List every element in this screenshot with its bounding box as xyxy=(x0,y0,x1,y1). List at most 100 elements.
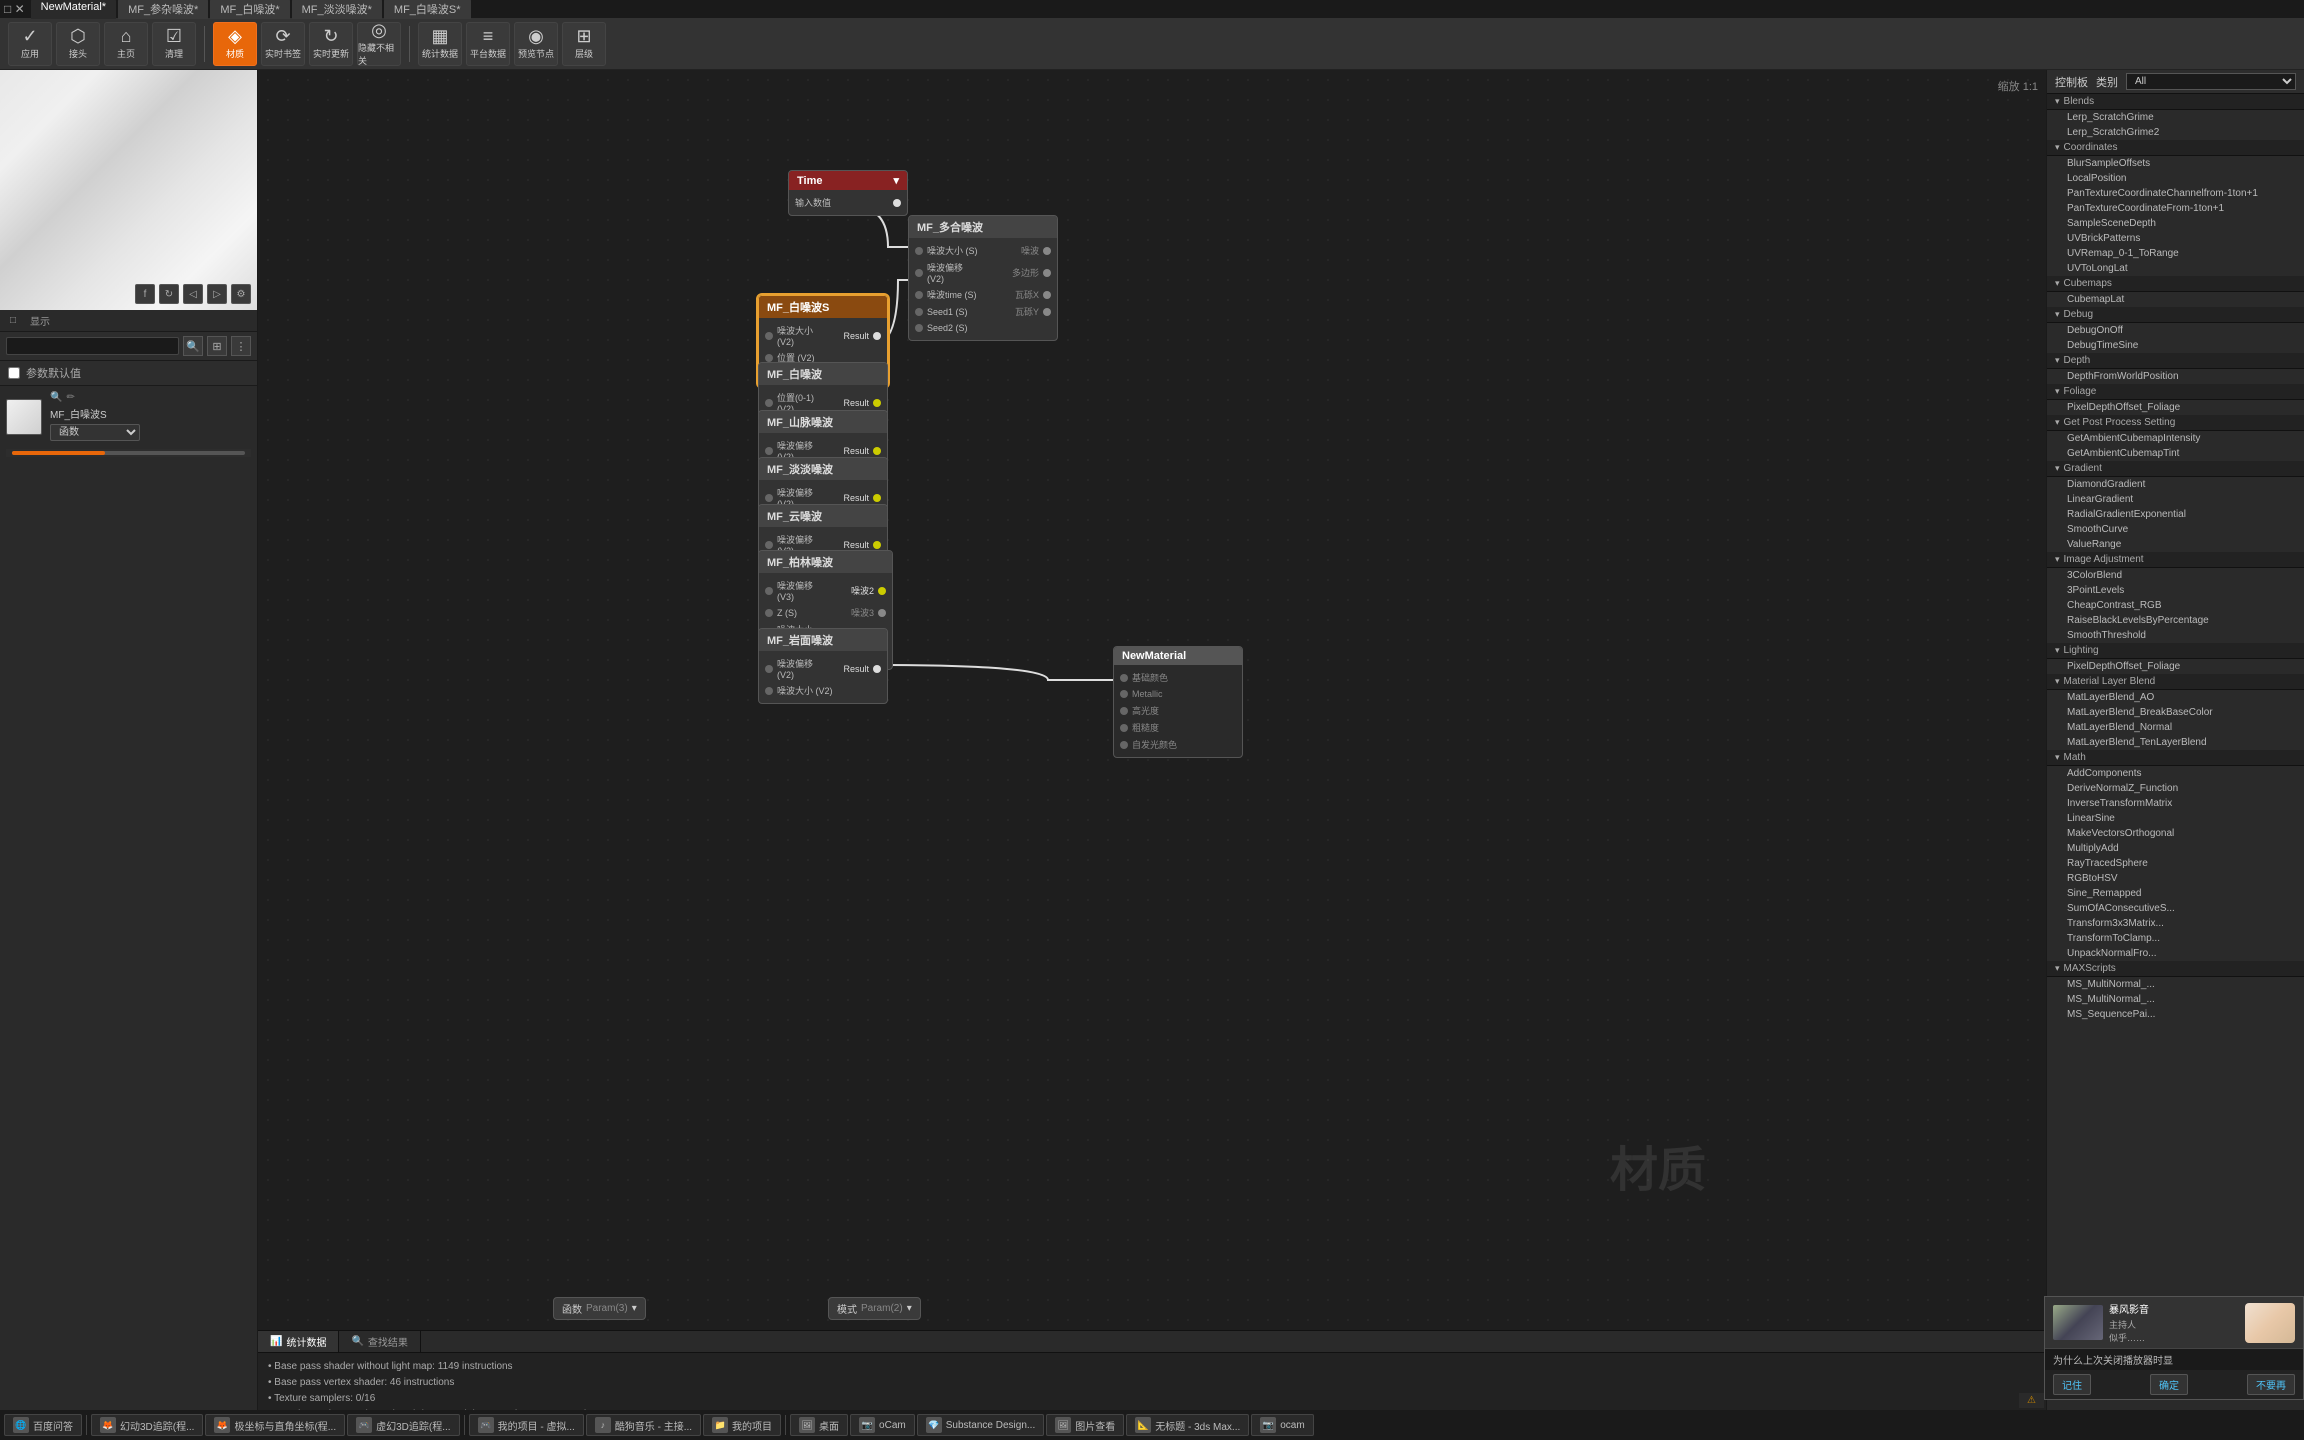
category-item-10-3[interactable]: MatLayerBlend_TenLayerBlend xyxy=(2047,735,2304,750)
stats-tab-stats[interactable]: 📊 统计数据 xyxy=(258,1331,339,1352)
toolbar-btn-接头[interactable]: ⬡接头 xyxy=(56,22,100,66)
category-item-11-12[interactable]: UnpackNormalFro... xyxy=(2047,946,2304,961)
category-2[interactable]: Cubemaps xyxy=(2047,276,2304,292)
notif-no-more-btn[interactable]: 不要再 xyxy=(2247,1374,2295,1395)
category-item-4-0[interactable]: DepthFromWorldPosition xyxy=(2047,369,2304,384)
search-btn[interactable]: 🔍 xyxy=(183,336,203,356)
category-item-6-0[interactable]: GetAmbientCubemapIntensity xyxy=(2047,431,2304,446)
category-0[interactable]: Blends xyxy=(2047,94,2304,110)
toolbar-btn-主页[interactable]: ⌂主页 xyxy=(104,22,148,66)
param-icon-edit[interactable]: ✏ xyxy=(66,392,74,403)
toolbar-btn-清理[interactable]: ☑清理 xyxy=(152,22,196,66)
tab-0[interactable]: NewMaterial* xyxy=(31,0,116,19)
param-type-select[interactable]: 函数 xyxy=(50,424,140,441)
task-btn-6[interactable]: 📁我的项目 xyxy=(703,1414,781,1436)
category-item-1-3[interactable]: PanTextureCoordinateFrom-1ton+1 xyxy=(2047,201,2304,216)
category-item-7-3[interactable]: SmoothCurve xyxy=(2047,522,2304,537)
category-item-10-0[interactable]: MatLayerBlend_AO xyxy=(2047,690,2304,705)
category-item-10-2[interactable]: MatLayerBlend_Normal xyxy=(2047,720,2304,735)
tab-1[interactable]: MF_参杂噪波* xyxy=(118,0,208,19)
toolbar-btn-统计数据[interactable]: ▦统计数据 xyxy=(418,22,462,66)
category-item-11-2[interactable]: InverseTransformMatrix xyxy=(2047,796,2304,811)
category-item-11-3[interactable]: LinearSine xyxy=(2047,811,2304,826)
category-item-11-11[interactable]: TransformToClamp... xyxy=(2047,931,2304,946)
category-8[interactable]: Image Adjustment xyxy=(2047,552,2304,568)
task-btn-4[interactable]: 🎮我的项目 - 虚拟... xyxy=(469,1414,584,1436)
stats-tab-find[interactable]: 🔍 查找结果 xyxy=(339,1331,420,1352)
toolbar-btn-平台数据[interactable]: ≡平台数据 xyxy=(466,22,510,66)
category-item-7-2[interactable]: RadialGradientExponential xyxy=(2047,507,2304,522)
category-item-1-5[interactable]: UVBrickPatterns xyxy=(2047,231,2304,246)
category-7[interactable]: Gradient xyxy=(2047,461,2304,477)
params-checkbox[interactable] xyxy=(8,367,20,379)
category-item-8-3[interactable]: RaiseBlackLevelsByPercentage xyxy=(2047,613,2304,628)
bottom-node-func[interactable]: 函数 Param(3) ▾ xyxy=(553,1297,646,1320)
task-btn-2[interactable]: 🦊极坐标与直角坐标(程... xyxy=(205,1414,345,1436)
category-item-1-4[interactable]: SampleSceneDepth xyxy=(2047,216,2304,231)
category-item-12-1[interactable]: MS_MultiNormal_... xyxy=(2047,992,2304,1007)
category-item-10-1[interactable]: MatLayerBlend_BreakBaseColor xyxy=(2047,705,2304,720)
settings-btn[interactable]: ⋮ xyxy=(231,336,251,356)
window-control-close[interactable]: □ ✕ xyxy=(4,2,25,16)
category-item-11-8[interactable]: Sine_Remapped xyxy=(2047,886,2304,901)
category-item-12-0[interactable]: MS_MultiNormal_... xyxy=(2047,977,2304,992)
task-btn-12[interactable]: 📷ocam xyxy=(1251,1414,1313,1436)
tab-3[interactable]: MF_淡淡噪波* xyxy=(292,0,382,19)
category-item-5-0[interactable]: PixelDepthOffset_Foliage xyxy=(2047,400,2304,415)
category-3[interactable]: Debug xyxy=(2047,307,2304,323)
category-item-7-0[interactable]: DiamondGradient xyxy=(2047,477,2304,492)
category-item-1-6[interactable]: UVRemap_0-1_ToRange xyxy=(2047,246,2304,261)
notif-remember-btn[interactable]: 记住 xyxy=(2053,1374,2091,1395)
task-btn-5[interactable]: ♪酷狗音乐 - 主接... xyxy=(586,1414,701,1436)
task-btn-1[interactable]: 🦊幻动3D追踪(程... xyxy=(91,1414,203,1436)
category-item-8-0[interactable]: 3ColorBlend xyxy=(2047,568,2304,583)
category-item-11-9[interactable]: SumOfAConsecutiveS... xyxy=(2047,901,2304,916)
toolbar-btn-层级[interactable]: ⊞层级 xyxy=(562,22,606,66)
tab-4[interactable]: MF_白噪波S* xyxy=(384,0,471,19)
category-item-1-1[interactable]: LocalPosition xyxy=(2047,171,2304,186)
category-12[interactable]: MAXScripts xyxy=(2047,961,2304,977)
category-item-11-4[interactable]: MakeVectorsOrthogonal xyxy=(2047,826,2304,841)
task-btn-9[interactable]: 💎Substance Design... xyxy=(917,1414,1045,1436)
task-btn-0[interactable]: 🌐百度问答 xyxy=(4,1414,82,1436)
preview-btn-refresh[interactable]: ↻ xyxy=(159,284,179,304)
category-item-11-5[interactable]: MultiplyAdd xyxy=(2047,841,2304,856)
node-new-material[interactable]: NewMaterial 基础颜色 Metallic 高光度 粗糙度 自发光颜色 xyxy=(1113,646,1243,758)
category-item-12-2[interactable]: MS_SequencePai... xyxy=(2047,1007,2304,1022)
category-item-7-1[interactable]: LinearGradient xyxy=(2047,492,2304,507)
category-item-11-7[interactable]: RGBtoHSV xyxy=(2047,871,2304,886)
category-1[interactable]: Coordinates xyxy=(2047,140,2304,156)
right-filter-select[interactable]: All xyxy=(2126,73,2296,90)
category-item-1-2[interactable]: PanTextureCoordinateChannelfrom-1ton+1 xyxy=(2047,186,2304,201)
toolbar-btn-隐藏不相关[interactable]: ◎隐藏不相关 xyxy=(357,22,401,66)
search-input[interactable] xyxy=(6,337,179,355)
category-item-11-1[interactable]: DeriveNormalZ_Function xyxy=(2047,781,2304,796)
category-item-3-1[interactable]: DebugTimeSine xyxy=(2047,338,2304,353)
category-item-11-0[interactable]: AddComponents xyxy=(2047,766,2304,781)
category-item-8-4[interactable]: SmoothThreshold xyxy=(2047,628,2304,643)
category-item-2-0[interactable]: CubemapLat xyxy=(2047,292,2304,307)
category-item-1-7[interactable]: UVToLongLat xyxy=(2047,261,2304,276)
category-4[interactable]: Depth xyxy=(2047,353,2304,369)
category-item-0-0[interactable]: Lerp_ScratchGrime xyxy=(2047,110,2304,125)
category-item-11-10[interactable]: Transform3x3Matrix... xyxy=(2047,916,2304,931)
category-item-8-2[interactable]: CheapContrast_RGB xyxy=(2047,598,2304,613)
notif-ok-btn[interactable]: 确定 xyxy=(2150,1374,2188,1395)
category-item-11-6[interactable]: RayTracedSphere xyxy=(2047,856,2304,871)
grid-view-btn[interactable]: ⊞ xyxy=(207,336,227,356)
category-item-7-4[interactable]: ValueRange xyxy=(2047,537,2304,552)
task-btn-3[interactable]: 🎮虚幻3D追踪(程... xyxy=(347,1414,459,1436)
tab-2[interactable]: MF_白噪波* xyxy=(210,0,289,19)
task-btn-7[interactable]: 🖼桌面 xyxy=(790,1414,848,1436)
category-6[interactable]: Get Post Process Setting xyxy=(2047,415,2304,431)
category-item-1-0[interactable]: BlurSampleOffsets xyxy=(2047,156,2304,171)
main-canvas[interactable]: 缩放 1:1 Time ▾ 输入数值 MF_多合噪波 噪波大小 (S) 噪波 xyxy=(258,70,2046,1330)
category-9[interactable]: Lighting xyxy=(2047,643,2304,659)
toolbar-btn-实时更新[interactable]: ↻实时更新 xyxy=(309,22,353,66)
category-item-8-1[interactable]: 3PointLevels xyxy=(2047,583,2304,598)
node-mf-multi-noise[interactable]: MF_多合噪波 噪波大小 (S) 噪波 噪波偏移 (V2) 多边形 噪波time… xyxy=(908,215,1058,341)
category-5[interactable]: Foliage xyxy=(2047,384,2304,400)
toolbar-btn-实时书签[interactable]: ⟳实时书签 xyxy=(261,22,305,66)
category-10[interactable]: Material Layer Blend xyxy=(2047,674,2304,690)
node-mf-rock[interactable]: MF_岩面噪波 噪波偏移 (V2) Result 噪波大小 (V2) xyxy=(758,628,888,704)
